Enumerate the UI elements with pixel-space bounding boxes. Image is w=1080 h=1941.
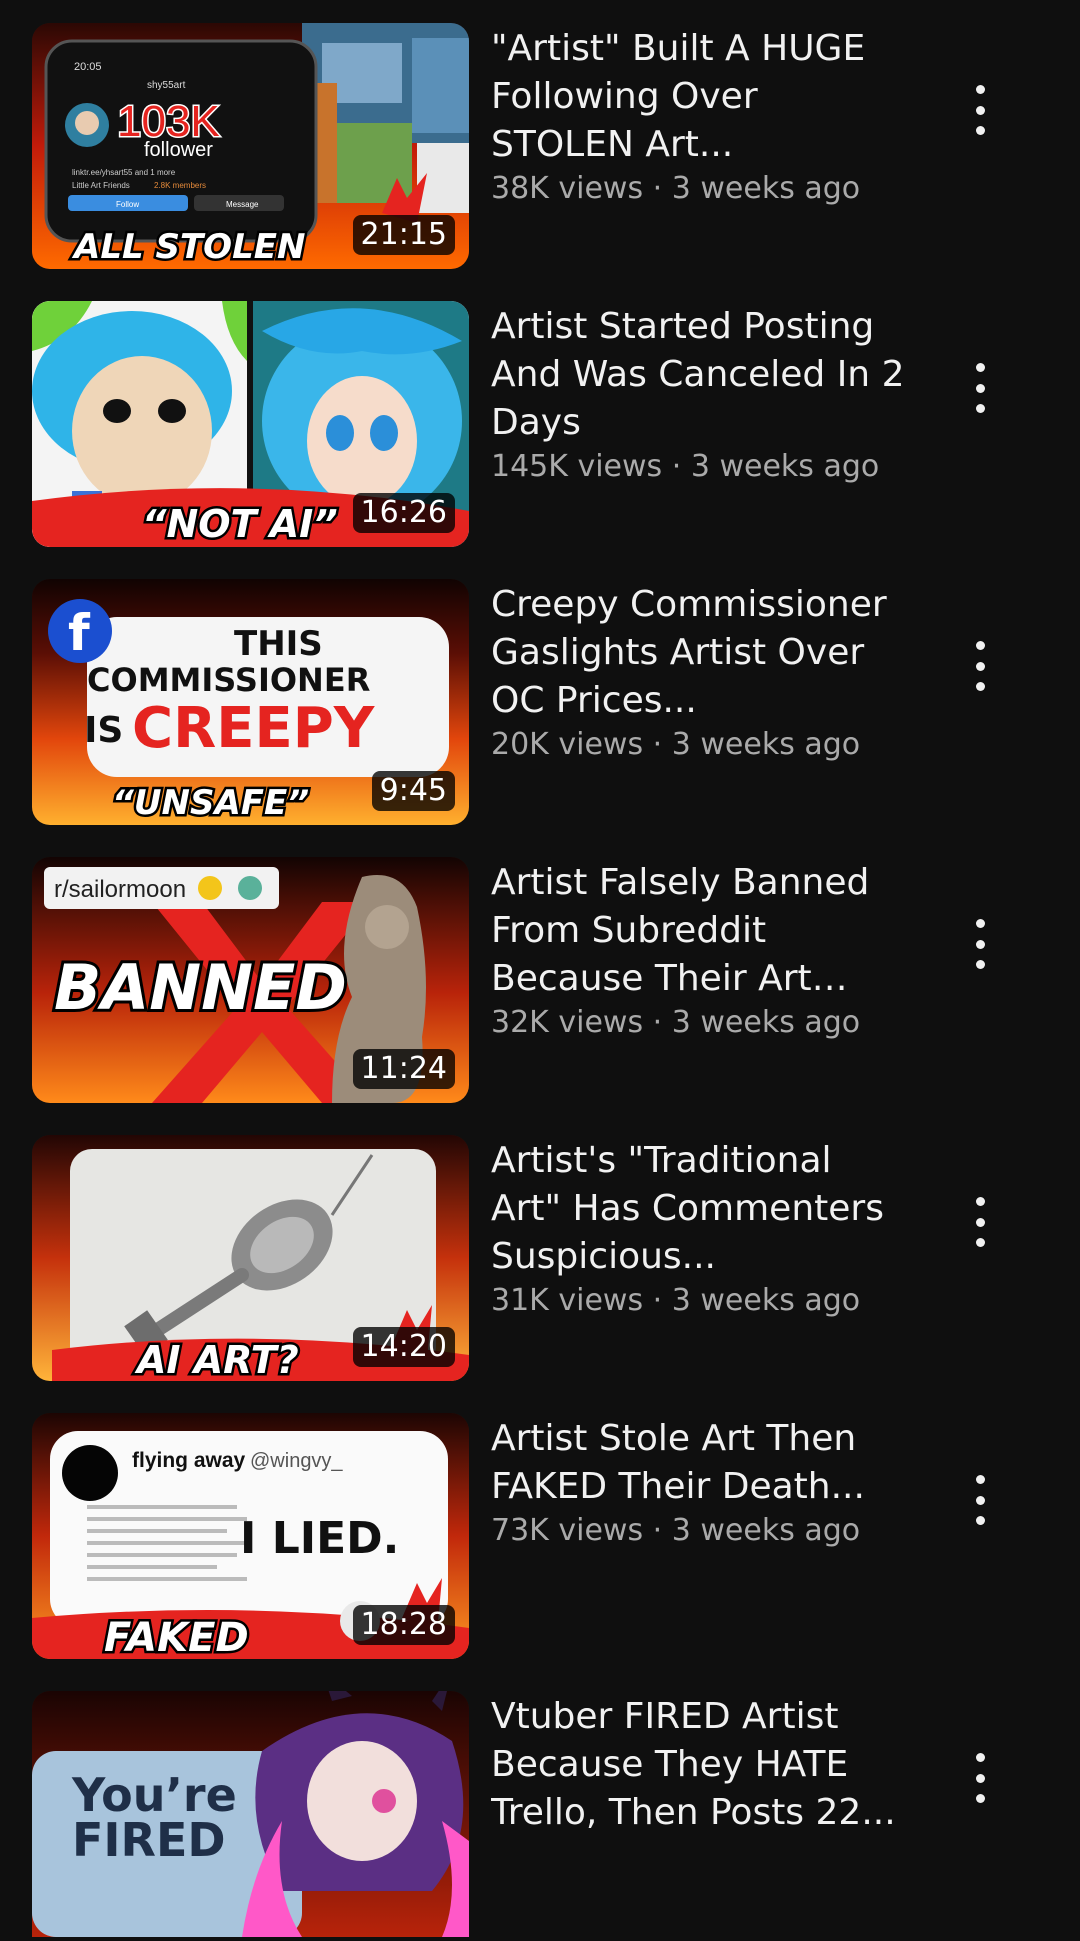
meta-separator: · [652,727,663,762]
thumbnail-overlay-text: FAKED [104,1615,249,1659]
thumb-text-creepy: CREEPY [132,696,376,761]
tweet-big-text: I LIED. [240,1513,399,1564]
thumbnail-overlay-text: “UNSAFE” [112,783,309,823]
upload-age: 3 weeks ago [690,449,880,484]
subreddit-name: r/sailormoon [54,876,186,903]
video-row[interactable]: f THIS COMMISSIONER IS CREEPY “UNSAFE” 9… [0,579,1080,829]
video-thumbnail[interactable]: r/sailormoon BANNED 11:24 [32,857,469,1103]
thumb-text-fired: FIRED [72,1813,226,1867]
follow-button-label: Follow [116,200,139,209]
video-info[interactable]: Artist Started Posting And Was Canceled … [491,303,911,487]
thumbnail-overlay-text: BANNED [54,951,347,1024]
message-button-label: Message [226,200,259,209]
thumb-text-this: THIS [234,624,323,664]
video-thumbnail[interactable]: flying away @wingvy_ I LIED. FAKED 18:28 [32,1413,469,1659]
duration-badge: 11:24 [352,1049,455,1089]
more-options-icon[interactable] [960,641,1000,691]
profile-name: shy55art [147,80,186,91]
meta-separator: · [652,1513,663,1548]
follower-label: follower [144,139,213,161]
profile-group: Little Art Friends [72,181,130,190]
video-list: 20:05 shy55art 103K follower linktr.ee/y… [0,0,1080,1937]
upload-age: 3 weeks ago [671,727,861,762]
video-title[interactable]: Artist Falsely Banned From Subreddit Bec… [491,859,911,1003]
view-count: 145K views [491,449,663,484]
duration-badge: 21:15 [352,215,455,255]
thumbnail-overlay-text: “NOT AI” [142,502,338,546]
thumb-text-commissioner: COMMISSIONER [87,661,370,699]
video-title[interactable]: Artist Started Posting And Was Canceled … [491,303,911,447]
upload-age: 3 weeks ago [671,1513,861,1548]
facebook-icon: f [68,604,91,662]
video-title[interactable]: "Artist" Built A HUGE Following Over STO… [491,25,911,169]
video-row[interactable]: r/sailormoon BANNED 11:24 Artist Falsely… [0,857,1080,1107]
video-row[interactable]: “NOT AI” 16:26 Artist Started Posting An… [0,301,1080,551]
view-count: 20K views [491,727,644,762]
tweet-name: flying away [132,1449,246,1472]
more-options-icon[interactable] [960,1753,1000,1803]
thumb-text-is: IS [84,710,123,751]
video-title[interactable]: Creepy Commissioner Gaslights Artist Ove… [491,581,911,725]
video-thumbnail[interactable]: You’re FIRED [32,1691,469,1937]
video-meta: 32K views · 3 weeks ago [491,1003,911,1043]
thumbnail-overlay-text: ALL STOLEN [71,227,305,267]
video-info[interactable]: Artist's "Traditional Art" Has Commenter… [491,1137,911,1321]
more-options-icon[interactable] [960,85,1000,135]
more-options-icon[interactable] [960,919,1000,969]
upload-age: 3 weeks ago [671,1283,861,1318]
upload-age: 3 weeks ago [671,1005,861,1040]
view-count: 31K views [491,1283,644,1318]
meta-separator: · [652,171,663,206]
video-title[interactable]: Artist Stole Art Then FAKED Their Death.… [491,1415,911,1511]
video-info[interactable]: Artist Stole Art Then FAKED Their Death.… [491,1415,911,1551]
video-info[interactable]: "Artist" Built A HUGE Following Over STO… [491,25,911,209]
view-count: 32K views [491,1005,644,1040]
video-title[interactable]: Vtuber FIRED Artist Because They HATE Tr… [491,1693,911,1837]
video-row[interactable]: You’re FIRED Vtuber FIRED Artist Because… [0,1691,1080,1941]
duration-badge: 16:26 [352,493,455,533]
video-row[interactable]: 20:05 shy55art 103K follower linktr.ee/y… [0,23,1080,273]
video-meta: 73K views · 3 weeks ago [491,1511,911,1551]
more-options-icon[interactable] [960,363,1000,413]
video-info[interactable]: Creepy Commissioner Gaslights Artist Ove… [491,581,911,765]
video-thumbnail[interactable]: 20:05 shy55art 103K follower linktr.ee/y… [32,23,469,269]
video-info[interactable]: Artist Falsely Banned From Subreddit Bec… [491,859,911,1043]
video-info[interactable]: Vtuber FIRED Artist Because They HATE Tr… [491,1693,911,1837]
meta-separator: · [652,1283,663,1318]
video-row[interactable]: flying away @wingvy_ I LIED. FAKED 18:28… [0,1413,1080,1663]
vtuber-thumbnail: You’re FIRED [32,1691,469,1937]
phone-time: 20:05 [74,61,102,73]
meta-separator: · [652,1005,663,1040]
more-options-icon[interactable] [960,1475,1000,1525]
duration-badge: 14:20 [352,1327,455,1367]
tweet-handle: @wingvy_ [250,1450,343,1472]
video-meta: 145K views · 3 weeks ago [491,447,911,487]
duration-badge: 9:45 [371,771,455,811]
view-count: 73K views [491,1513,644,1548]
meta-separator: · [671,449,682,484]
duration-badge: 18:28 [352,1605,455,1645]
video-thumbnail[interactable]: “NOT AI” 16:26 [32,301,469,547]
group-members: 2.8K members [154,181,206,190]
profile-link: linktr.ee/yhsart55 and 1 more [72,168,176,177]
video-row[interactable]: AI ART? 14:20 Artist's "Traditional Art"… [0,1135,1080,1385]
video-meta: 31K views · 3 weeks ago [491,1281,911,1321]
video-meta: 20K views · 3 weeks ago [491,725,911,765]
thumbnail-overlay-text: AI ART? [134,1338,299,1381]
upload-age: 3 weeks ago [671,171,861,206]
view-count: 38K views [491,171,644,206]
video-thumbnail[interactable]: f THIS COMMISSIONER IS CREEPY “UNSAFE” 9… [32,579,469,825]
video-title[interactable]: Artist's "Traditional Art" Has Commenter… [491,1137,911,1281]
more-options-icon[interactable] [960,1197,1000,1247]
video-meta: 38K views · 3 weeks ago [491,169,911,209]
video-thumbnail[interactable]: AI ART? 14:20 [32,1135,469,1381]
